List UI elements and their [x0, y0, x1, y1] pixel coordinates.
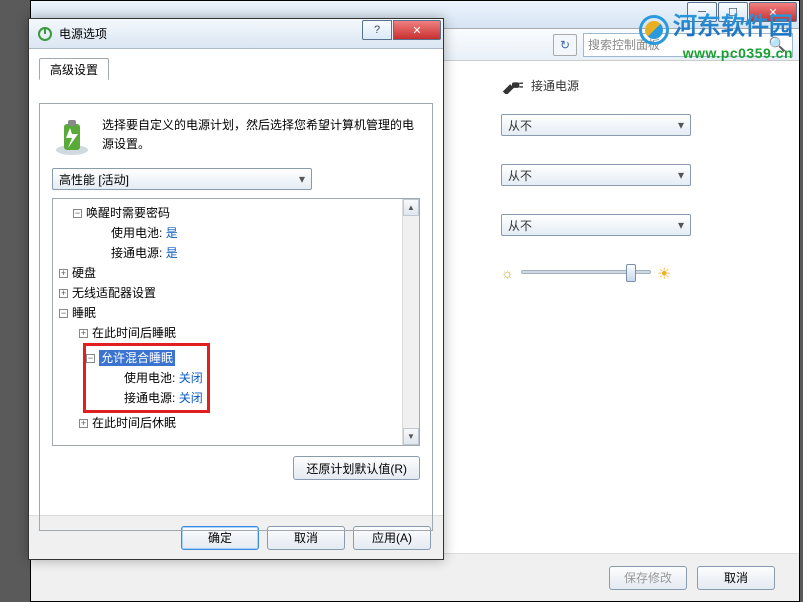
dialog-description: 选择要自定义的电源计划，然后选择您希望计算机管理的电源设置。 — [102, 116, 420, 156]
tab-strip: 高级设置 — [39, 55, 433, 79]
battery-icon — [52, 116, 92, 156]
tree-item-hdd[interactable]: +硬盘 — [55, 263, 417, 283]
plan-select[interactable]: 高性能 [活动] — [52, 168, 312, 190]
highlight-box: −允许混合睡眠 使用电池: 关闭 接通电源: 关闭 — [83, 343, 210, 413]
plan-select-value: 高性能 [活动] — [59, 171, 129, 188]
bg-close-button[interactable]: ✕ — [749, 2, 797, 22]
brightness-high-icon: ☀ — [657, 264, 673, 280]
bg-select-3[interactable]: 从不 — [501, 214, 691, 236]
bg-select-2[interactable]: 从不 — [501, 164, 691, 186]
brightness-low-icon: ☼ — [501, 265, 515, 279]
tree-item-wake-plugged[interactable]: 接通电源: 是 — [93, 243, 417, 263]
collapse-icon[interactable]: − — [73, 209, 82, 218]
tree-item-hybrid-battery[interactable]: 使用电池: 关闭 — [86, 368, 203, 388]
tree-item-after-sleep[interactable]: +在此时间后睡眠 — [79, 323, 417, 343]
power-icon — [37, 26, 53, 42]
bg-footer: 保存修改 取消 — [31, 553, 799, 601]
tree-item-sleep[interactable]: −睡眠 +在此时间后睡眠 −允许混合睡眠 使用电池: 关闭 接通电源: 关闭 +… — [55, 303, 417, 433]
tree-item-wireless[interactable]: +无线适配器设置 — [55, 283, 417, 303]
tree-item-after-hibernate[interactable]: +在此时间后休眠 — [79, 413, 417, 433]
expand-icon[interactable]: + — [59, 269, 68, 278]
bg-select-1[interactable]: 从不 — [501, 114, 691, 136]
dialog-close-button[interactable]: ✕ — [393, 20, 441, 40]
tree-item-wake-password[interactable]: −唤醒时需要密码 使用电池: 是 接通电源: 是 — [55, 203, 417, 263]
refresh-button[interactable]: ↻ — [553, 34, 577, 56]
collapse-icon[interactable]: − — [86, 354, 95, 363]
settings-tree: ▲ ▼ −唤醒时需要密码 使用电池: 是 接通电源: 是 +硬盘 +无线适配器设… — [52, 198, 420, 446]
search-icon: 🔍 — [769, 36, 786, 53]
tab-advanced[interactable]: 高级设置 — [39, 58, 109, 80]
search-input[interactable]: 搜索控制面板 🔍 — [583, 33, 793, 57]
slider-thumb[interactable] — [626, 264, 636, 282]
plugged-label: 接通电源 — [531, 77, 579, 94]
tree-item-hybrid-plugged[interactable]: 接通电源: 关闭 — [86, 388, 203, 408]
collapse-icon[interactable]: − — [59, 309, 68, 318]
expand-icon[interactable]: + — [79, 419, 88, 428]
bg-cancel-button[interactable]: 取消 — [697, 566, 775, 590]
brightness-slider[interactable] — [521, 270, 651, 274]
dialog-titlebar[interactable]: 电源选项 ? ✕ — [29, 19, 443, 49]
tree-item-hybrid-sleep-group: −允许混合睡眠 使用电池: 关闭 接通电源: 关闭 — [79, 343, 417, 413]
bg-minimize-button[interactable]: ─ — [687, 2, 717, 22]
scroll-up-button[interactable]: ▲ — [403, 199, 419, 216]
bg-maximize-button[interactable]: ☐ — [718, 2, 748, 22]
save-button[interactable]: 保存修改 — [609, 566, 687, 590]
tree-item-wake-battery[interactable]: 使用电池: 是 — [93, 223, 417, 243]
restore-defaults-button[interactable]: 还原计划默认值(R) — [293, 456, 420, 480]
tree-scrollbar[interactable]: ▲ ▼ — [402, 199, 419, 445]
scroll-down-button[interactable]: ▼ — [403, 428, 419, 445]
dialog-title: 电源选项 — [59, 25, 107, 42]
power-options-dialog: 电源选项 ? ✕ 高级设置 选择要自定义的电源计划，然后选择您希望计算机管理的电… — [28, 18, 444, 560]
plug-icon — [501, 78, 523, 94]
tree-item-hybrid-sleep[interactable]: 允许混合睡眠 — [99, 350, 175, 366]
expand-icon[interactable]: + — [59, 289, 68, 298]
dialog-help-button[interactable]: ? — [362, 20, 392, 40]
tab-panel: 选择要自定义的电源计划，然后选择您希望计算机管理的电源设置。 高性能 [活动] … — [39, 103, 433, 531]
search-placeholder: 搜索控制面板 — [588, 36, 660, 53]
expand-icon[interactable]: + — [79, 329, 88, 338]
dialog-body: 高级设置 选择要自定义的电源计划，然后选择您希望计算机管理的电源设置。 高性能 … — [29, 49, 443, 515]
